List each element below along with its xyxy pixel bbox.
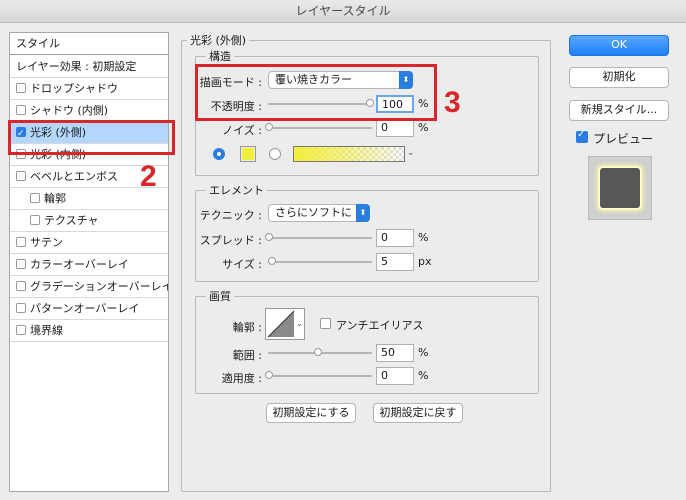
style-item-checkbox[interactable] bbox=[16, 237, 26, 247]
style-item-label: ドロップシャドウ bbox=[30, 82, 118, 95]
style-list-item[interactable]: グラデーションオーバーレイ bbox=[10, 276, 168, 298]
reset-default-button[interactable]: 初期設定に戻す bbox=[373, 403, 463, 423]
range-input[interactable]: 50 bbox=[376, 344, 414, 362]
noise-unit: % bbox=[418, 121, 429, 134]
spread-input[interactable]: 0 bbox=[376, 229, 414, 247]
highlight-box-3 bbox=[195, 64, 437, 121]
antialias-checkbox[interactable] bbox=[320, 318, 331, 329]
noise-label: ノイズ : bbox=[222, 124, 262, 137]
style-list-item[interactable]: 境界線 bbox=[10, 320, 168, 342]
section-title: 光彩 (外側) bbox=[187, 32, 250, 48]
style-list-item[interactable]: レイヤー効果 : 初期設定 bbox=[10, 56, 168, 78]
style-list-item[interactable]: カラーオーバーレイ bbox=[10, 254, 168, 276]
preview-checkbox[interactable]: ✓ bbox=[576, 129, 588, 143]
color-radio[interactable] bbox=[213, 148, 225, 160]
preview-label: プレビュー bbox=[593, 132, 654, 146]
range-label: 範囲 : bbox=[232, 349, 262, 362]
structure-title: 構造 bbox=[206, 48, 234, 64]
spread-label: スプレッド : bbox=[199, 234, 262, 247]
style-item-label: サテン bbox=[30, 236, 63, 249]
antialias-label: アンチエイリアス bbox=[336, 319, 424, 332]
style-item-checkbox[interactable] bbox=[30, 193, 40, 203]
technique-value: さらにソフトに bbox=[275, 206, 352, 219]
style-item-label: シャドウ (内側) bbox=[30, 104, 109, 117]
style-list-item[interactable]: シャドウ (内側) bbox=[10, 100, 168, 122]
style-item-checkbox[interactable] bbox=[16, 281, 26, 291]
style-item-checkbox[interactable] bbox=[30, 215, 40, 225]
noise-input[interactable]: 0 bbox=[376, 119, 414, 137]
style-list-item[interactable]: サテン bbox=[10, 232, 168, 254]
contour-label: 輪郭 : bbox=[232, 321, 262, 334]
ok-button[interactable]: OK bbox=[569, 35, 669, 56]
style-item-label: パターンオーバーレイ bbox=[30, 302, 140, 315]
chevron-down-icon: ⌄ bbox=[296, 319, 303, 328]
quality-title: 画質 bbox=[206, 288, 234, 304]
style-item-checkbox[interactable] bbox=[16, 325, 26, 335]
color-swatch[interactable] bbox=[240, 146, 256, 162]
contour-picker[interactable]: ⌄ bbox=[265, 308, 305, 340]
style-list: スタイル レイヤー効果 : 初期設定ドロップシャドウシャドウ (内側)光彩 (外… bbox=[9, 32, 169, 492]
window-title: レイヤースタイル bbox=[0, 0, 686, 23]
range-unit: % bbox=[418, 346, 429, 359]
jitter-label: 適用度 : bbox=[221, 372, 262, 385]
style-item-label: 境界線 bbox=[30, 324, 63, 337]
style-item-label: ベベルとエンボス bbox=[30, 170, 118, 183]
elements-title: エレメント bbox=[206, 182, 267, 198]
reset-button[interactable]: 初期化 bbox=[569, 67, 669, 88]
make-default-button[interactable]: 初期設定にする bbox=[266, 403, 356, 423]
size-slider-knob[interactable] bbox=[268, 257, 276, 265]
range-slider-knob[interactable] bbox=[314, 348, 322, 356]
color-swatch-fill bbox=[242, 148, 254, 160]
size-input[interactable]: 5 bbox=[376, 253, 414, 271]
noise-slider[interactable] bbox=[265, 123, 372, 131]
size-label: サイズ : bbox=[222, 258, 262, 271]
gradient-radio[interactable] bbox=[269, 148, 281, 160]
style-item-checkbox[interactable] bbox=[16, 105, 26, 115]
chevron-down-icon[interactable]: ⌄ bbox=[407, 148, 415, 158]
size-slider[interactable] bbox=[268, 257, 372, 265]
chevron-updown-icon: ⬍ bbox=[356, 204, 370, 222]
new-style-button[interactable]: 新規スタイル... bbox=[569, 100, 669, 121]
contour-curve-icon bbox=[267, 310, 295, 338]
range-slider[interactable] bbox=[268, 348, 372, 356]
style-item-checkbox[interactable] bbox=[16, 171, 26, 181]
jitter-slider[interactable] bbox=[265, 371, 372, 379]
jitter-input[interactable]: 0 bbox=[376, 367, 414, 385]
style-list-item[interactable]: パターンオーバーレイ bbox=[10, 298, 168, 320]
highlight-box-2 bbox=[8, 120, 175, 155]
preview-thumbnail bbox=[588, 156, 652, 220]
layer-style-dialog: レイヤースタイル スタイル レイヤー効果 : 初期設定 ドロップシャドウ シャドウ … bbox=[0, 0, 686, 500]
jitter-slider-knob[interactable] bbox=[265, 371, 273, 379]
style-item-label: カラーオーバーレイ bbox=[30, 258, 129, 271]
preview-shape bbox=[600, 168, 640, 208]
style-item-checkbox[interactable] bbox=[16, 83, 26, 93]
noise-slider-knob[interactable] bbox=[265, 123, 273, 131]
technique-select[interactable]: さらにソフトに ⬍ bbox=[268, 204, 370, 222]
checkmark-icon: ✓ bbox=[577, 129, 586, 140]
technique-label: テクニック : bbox=[199, 209, 262, 222]
jitter-unit: % bbox=[418, 369, 429, 382]
annotation-number-3: 3 bbox=[444, 86, 461, 119]
gradient-preview[interactable] bbox=[293, 146, 405, 162]
style-item-label: 輪郭 bbox=[44, 192, 66, 205]
style-item-label: レイヤー効果 : 初期設定 bbox=[16, 60, 137, 73]
style-list-item[interactable]: ドロップシャドウ bbox=[10, 78, 168, 100]
spread-slider-knob[interactable] bbox=[265, 233, 273, 241]
style-list-item[interactable]: テクスチャ bbox=[10, 210, 168, 232]
style-item-label: テクスチャ bbox=[44, 214, 99, 227]
spread-unit: % bbox=[418, 231, 429, 244]
spread-slider[interactable] bbox=[265, 233, 372, 241]
radio-dot-icon bbox=[217, 152, 221, 156]
style-item-label: グラデーションオーバーレイ bbox=[30, 280, 168, 293]
style-list-header[interactable]: スタイル bbox=[10, 33, 168, 55]
size-unit: px bbox=[418, 255, 432, 268]
style-item-checkbox[interactable] bbox=[16, 303, 26, 313]
style-item-checkbox[interactable] bbox=[16, 259, 26, 269]
annotation-number-2: 2 bbox=[140, 160, 157, 193]
